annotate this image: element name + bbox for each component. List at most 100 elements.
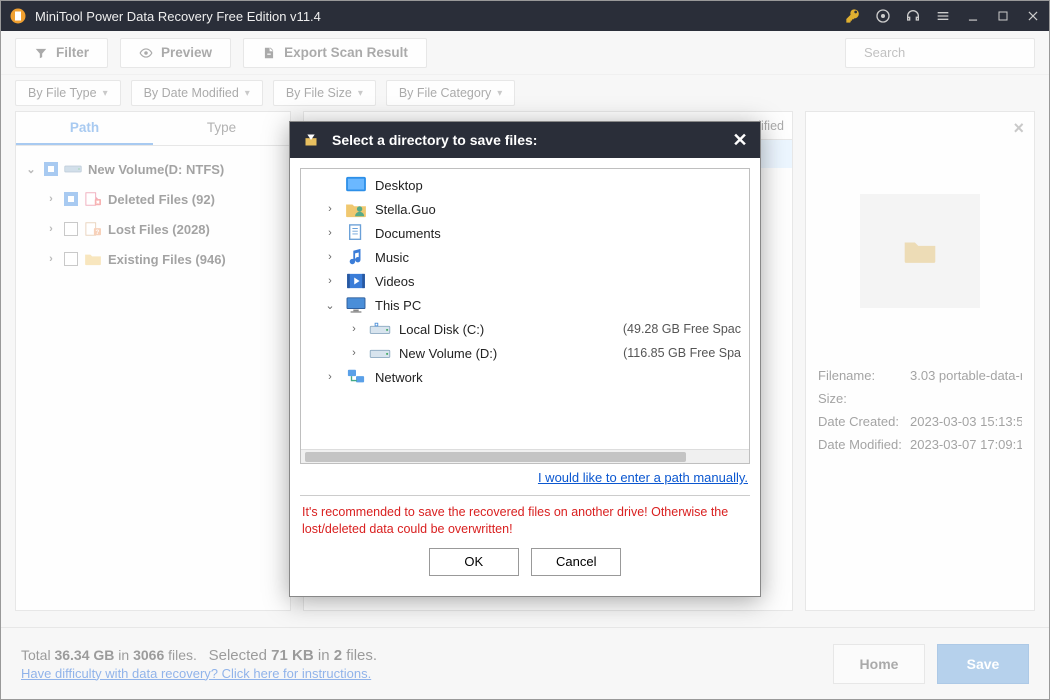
expand-icon[interactable]: ›: [347, 347, 361, 359]
scrollbar-horizontal[interactable]: [301, 449, 749, 463]
search-field[interactable]: [862, 44, 1042, 61]
file-tree: ⌄ New Volume(D: NTFS) › Deleted Files (9…: [16, 146, 290, 610]
tree-root-label: New Volume(D: NTFS): [88, 162, 224, 177]
help-link[interactable]: Have difficulty with data recovery? Clic…: [21, 666, 821, 681]
dir-local-c[interactable]: › Local Disk (C:) (49.28 GB Free Spac: [301, 317, 749, 341]
app-icon: [9, 7, 27, 25]
file-lost-icon: ?: [84, 221, 102, 237]
checkbox[interactable]: [64, 222, 78, 236]
filter-button[interactable]: Filter: [15, 38, 108, 68]
expand-icon[interactable]: ›: [44, 223, 58, 235]
meta-modified-value: 2023-03-07 17:09:19: [910, 437, 1022, 452]
tree-existing-label: Existing Files (946): [108, 252, 226, 267]
close-icon[interactable]: [1025, 8, 1041, 24]
expand-icon[interactable]: ›: [347, 323, 361, 335]
dir-new-d[interactable]: › New Volume (D:) (116.85 GB Free Spa: [301, 341, 749, 365]
bottom-bar: Total 36.34 GB in 3066 files. Selected 7…: [1, 627, 1049, 699]
expand-icon[interactable]: ›: [44, 193, 58, 205]
filter-button-label: Filter: [56, 45, 89, 60]
dialog-ok-button[interactable]: OK: [429, 548, 519, 576]
expand-icon[interactable]: ›: [44, 253, 58, 265]
chevron-down-icon: ▾: [103, 88, 108, 99]
tab-path[interactable]: Path: [16, 112, 153, 145]
meta-created-label: Date Created:: [818, 414, 910, 429]
disc-icon[interactable]: [875, 8, 891, 24]
home-button[interactable]: Home: [833, 644, 925, 684]
folder-icon: [84, 251, 102, 267]
filter-by-date[interactable]: By Date Modified▾: [131, 80, 263, 106]
free-space: (49.28 GB Free Spac: [623, 322, 741, 336]
file-delete-icon: [84, 191, 102, 207]
save-button[interactable]: Save: [937, 644, 1029, 684]
music-icon: [345, 248, 367, 266]
filter-by-size[interactable]: By File Size▾: [273, 80, 376, 106]
preview-button-label: Preview: [161, 45, 212, 60]
checkbox[interactable]: [44, 162, 58, 176]
dir-documents[interactable]: › Documents: [301, 221, 749, 245]
filter-by-category[interactable]: By File Category▾: [386, 80, 515, 106]
drive-icon: [369, 344, 391, 362]
tree-root[interactable]: ⌄ New Volume(D: NTFS): [20, 154, 286, 184]
dialog-titlebar: Select a directory to save files: ✕: [290, 122, 760, 158]
dir-videos[interactable]: › Videos: [301, 269, 749, 293]
collapse-icon[interactable]: ⌄: [323, 299, 337, 312]
drive-icon: [369, 320, 391, 338]
key-icon[interactable]: [845, 8, 861, 24]
app-title: MiniTool Power Data Recovery Free Editio…: [35, 9, 845, 24]
menu-icon[interactable]: [935, 8, 951, 24]
manual-path-link[interactable]: I would like to enter a path manually.: [300, 464, 750, 496]
directory-tree[interactable]: Desktop › Stella.Guo › Documents › Music…: [300, 168, 750, 464]
export-button[interactable]: Export Scan Result: [243, 38, 427, 68]
dialog-buttons: OK Cancel: [300, 542, 750, 586]
filter-by-type[interactable]: By File Type▾: [15, 80, 121, 106]
titlebar: MiniTool Power Data Recovery Free Editio…: [1, 1, 1049, 31]
tab-type[interactable]: Type: [153, 112, 290, 145]
tree-existing[interactable]: › Existing Files (946): [20, 244, 286, 274]
expand-icon[interactable]: ›: [323, 203, 337, 215]
search-input[interactable]: [845, 38, 1035, 68]
dialog-cancel-button[interactable]: Cancel: [531, 548, 621, 576]
save-directory-dialog: Select a directory to save files: ✕ Desk…: [289, 121, 761, 597]
meta-modified-label: Date Modified:: [818, 437, 910, 452]
dir-network[interactable]: › Network: [301, 365, 749, 389]
chevron-down-icon: ▾: [245, 88, 250, 99]
dialog-close-icon[interactable]: ✕: [730, 130, 750, 151]
expand-icon[interactable]: ›: [323, 275, 337, 287]
toolbar: Filter Preview Export Scan Result: [1, 31, 1049, 75]
free-space: (116.85 GB Free Spa: [623, 346, 741, 360]
maximize-icon[interactable]: [995, 8, 1011, 24]
meta-filename-label: Filename:: [818, 368, 910, 383]
meta-created-value: 2023-03-03 15:13:54: [910, 414, 1022, 429]
pc-icon: [345, 296, 367, 314]
metadata: Filename: 3.03 portable-data-re Size: Da…: [818, 368, 1022, 452]
tree-lost-label: Lost Files (2028): [108, 222, 210, 237]
checkbox[interactable]: [64, 252, 78, 266]
dir-thispc[interactable]: ⌄ This PC: [301, 293, 749, 317]
expand-icon[interactable]: ›: [323, 227, 337, 239]
dir-user[interactable]: › Stella.Guo: [301, 197, 749, 221]
checkbox[interactable]: [64, 192, 78, 206]
tree-deleted[interactable]: › Deleted Files (92): [20, 184, 286, 214]
dialog-icon: [300, 129, 322, 151]
warning-text: It's recommended to save the recovered f…: [300, 496, 750, 542]
user-folder-icon: [345, 200, 367, 218]
export-button-label: Export Scan Result: [284, 45, 408, 60]
expand-icon[interactable]: ›: [323, 251, 337, 263]
dialog-title: Select a directory to save files:: [332, 132, 730, 148]
expand-icon[interactable]: ›: [323, 371, 337, 383]
status-summary: Total 36.34 GB in 3066 files. Selected 7…: [21, 647, 821, 664]
meta-filename-value: 3.03 portable-data-re: [910, 368, 1022, 383]
headphones-icon[interactable]: [905, 8, 921, 24]
status-area: Total 36.34 GB in 3066 files. Selected 7…: [21, 647, 821, 681]
left-tabs: Path Type: [16, 112, 290, 146]
tree-lost[interactable]: › ? Lost Files (2028): [20, 214, 286, 244]
dir-desktop[interactable]: Desktop: [301, 173, 749, 197]
minimize-icon[interactable]: [965, 8, 981, 24]
scrollbar-thumb[interactable]: [305, 452, 686, 462]
close-details-icon[interactable]: ×: [1013, 118, 1024, 139]
desktop-icon: [345, 176, 367, 194]
dir-music[interactable]: › Music: [301, 245, 749, 269]
drive-icon: [64, 161, 82, 177]
collapse-icon[interactable]: ⌄: [24, 163, 38, 176]
preview-button[interactable]: Preview: [120, 38, 231, 68]
